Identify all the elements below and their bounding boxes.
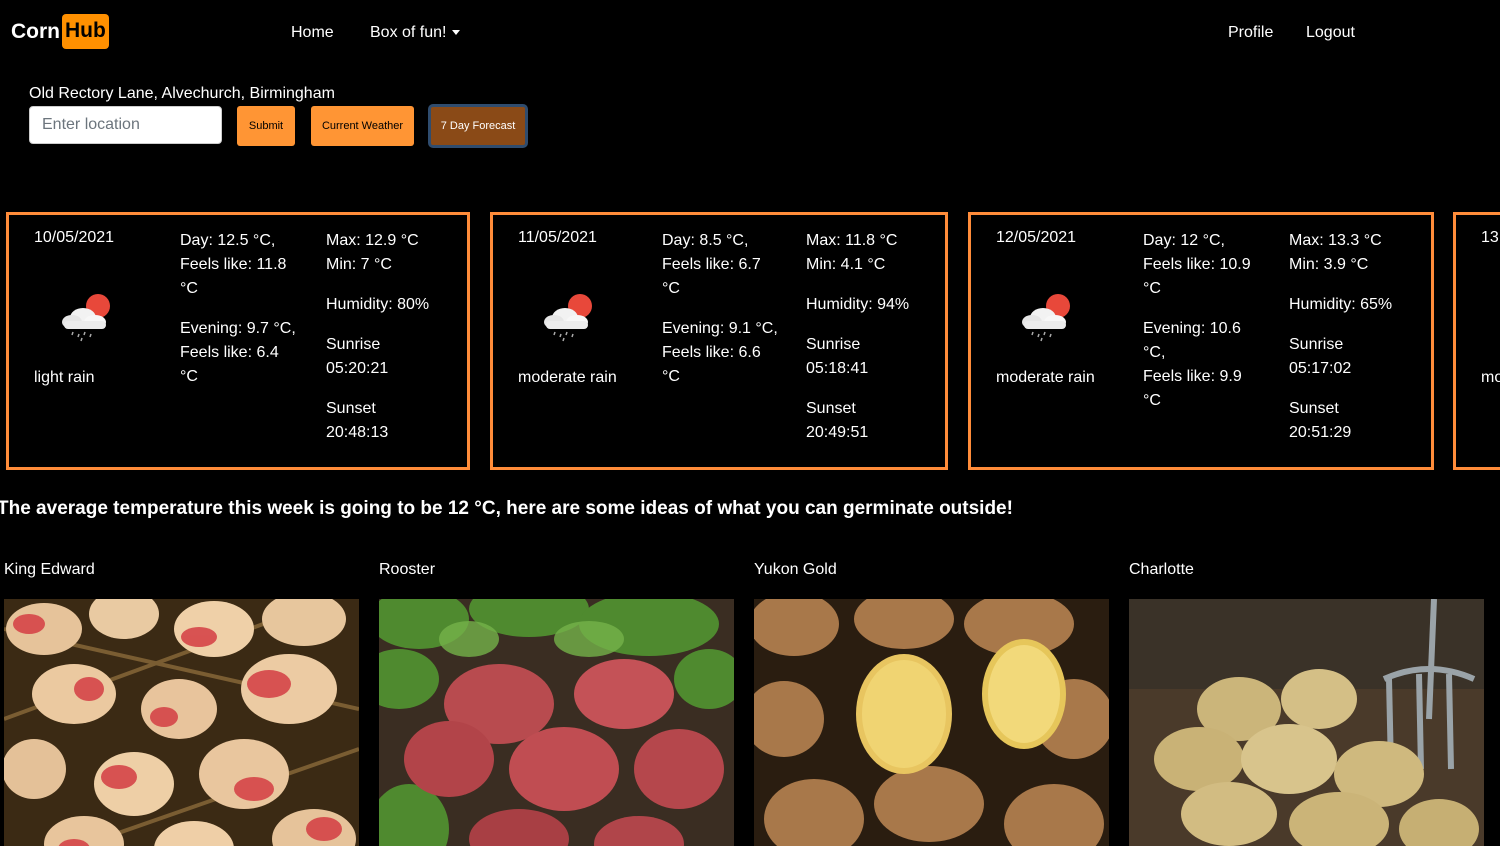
sunrise-label: Sunrise: [1289, 336, 1344, 353]
nav-box-of-fun-dropdown[interactable]: Box of fun!: [370, 24, 460, 42]
potato-name: Charlotte: [1129, 561, 1194, 578]
sunrise-time: 05:17:02: [1289, 360, 1352, 377]
forecast-date: 13,: [1481, 229, 1500, 246]
min-max: Max: 13.3 °C Min: 3.9 °C: [1289, 229, 1382, 277]
current-weather-button[interactable]: Current Weather: [311, 106, 414, 146]
rain-cloud-sun-icon: [62, 294, 110, 342]
evening-feels-text: Feels like: 9.9: [1143, 368, 1242, 385]
rain-cloud-sun-icon: [1022, 294, 1070, 342]
day-feels-unit: °C: [662, 280, 680, 297]
potato-image-king-edward: [4, 599, 359, 846]
sunset-label: Sunset: [1289, 400, 1339, 417]
sunset: Sunset 20:51:29: [1289, 397, 1351, 445]
forecast-date: 11/05/2021: [518, 229, 597, 246]
sunrise-time: 05:20:21: [326, 360, 389, 377]
potato-name: Rooster: [379, 561, 436, 578]
min-temp: Min: 3.9 °C: [1289, 256, 1369, 273]
evening-feels-unit: °C: [180, 368, 198, 385]
potato-image-yukon-gold: [754, 599, 1109, 846]
potato-image-charlotte: [1129, 599, 1484, 846]
forecast-description: light rain: [34, 369, 95, 386]
page: Corn Hub Home Box of fun! Profile Logout…: [0, 0, 1500, 846]
rain-cloud-sun-icon: [544, 294, 592, 342]
average-temperature-text: The average temperature this week is goi…: [0, 498, 1013, 519]
max-temp: Max: 12.9 °C: [326, 232, 419, 249]
day-temperature: Day: 12.5 °C, Feels like: 11.8 °C: [180, 229, 286, 301]
day-feels-text: Feels like: 6.7: [662, 256, 761, 273]
forecast-date: 12/05/2021: [996, 229, 1077, 246]
sunrise: Sunrise 05:20:21: [326, 333, 388, 381]
nav-profile-link[interactable]: Profile: [1228, 24, 1273, 42]
forecast-card: 11/05/2021 moderate rain Day: 8.5 °C, Fe…: [490, 212, 948, 470]
brand-text-corn: Corn: [11, 19, 60, 43]
sunset-label: Sunset: [326, 400, 376, 417]
day-feels-unit: °C: [180, 280, 198, 297]
day-temp-text: Day: 12 °C,: [1143, 232, 1225, 249]
sunset: Sunset 20:48:13: [326, 397, 388, 445]
day-temperature: Day: 12 °C, Feels like: 10.9 °C: [1143, 229, 1251, 301]
day-feels-unit: °C: [1143, 280, 1161, 297]
evening-feels-unit: °C: [1143, 392, 1161, 409]
nav-home-link[interactable]: Home: [291, 24, 334, 42]
evening-temperature: Evening: 10.6 °C, Feels like: 9.9 °C: [1143, 317, 1242, 413]
max-temp: Max: 11.8 °C: [806, 232, 898, 249]
min-max: Max: 12.9 °C Min: 7 °C: [326, 229, 419, 277]
nav-box-of-fun-label: Box of fun!: [370, 24, 447, 41]
location-input[interactable]: [29, 106, 222, 144]
forecast-date: 10/05/2021: [34, 229, 115, 246]
day-feels-text: Feels like: 11.8: [180, 256, 287, 273]
location-label: Old Rectory Lane, Alvechurch, Birmingham: [29, 85, 335, 102]
caret-down-icon: [451, 30, 460, 36]
min-temp: Min: 7 °C: [326, 256, 392, 273]
seven-day-forecast-button[interactable]: 7 Day Forecast: [428, 104, 528, 148]
sunset: Sunset 20:49:51: [806, 397, 868, 445]
evening-temp-unit: °C,: [1143, 344, 1166, 361]
evening-feels-text: Feels like: 6.4: [180, 344, 279, 361]
potato-name: King Edward: [4, 561, 95, 578]
humidity: Humidity: 65%: [1289, 296, 1393, 313]
forecast-card: 13, mo: [1453, 212, 1500, 470]
sunrise: Sunrise 05:17:02: [1289, 333, 1351, 381]
sunset-time: 20:48:13: [326, 424, 389, 441]
forecast-card: 10/05/2021 light rain Day: 12.5 °C, Feel…: [6, 212, 470, 470]
forecast-description: mo: [1481, 369, 1500, 386]
min-max: Max: 11.8 °C Min: 4.1 °C: [806, 229, 897, 277]
navbar: Corn Hub Home Box of fun! Profile Logout: [0, 0, 1500, 68]
day-temp-text: Day: 12.5 °C,: [180, 232, 276, 249]
brand-logo[interactable]: Corn Hub: [11, 14, 109, 49]
day-temperature: Day: 8.5 °C, Feels like: 6.7 °C: [662, 229, 761, 301]
humidity: Humidity: 80%: [326, 296, 430, 313]
sunset-time: 20:49:51: [806, 424, 869, 441]
day-feels-text: Feels like: 10.9: [1143, 256, 1251, 273]
forecast-description: moderate rain: [996, 369, 1095, 386]
max-temp: Max: 13.3 °C: [1289, 232, 1382, 249]
sunrise: Sunrise 05:18:41: [806, 333, 868, 381]
evening-temperature: Evening: 9.7 °C, Feels like: 6.4 °C: [180, 317, 296, 389]
brand-text-hub: Hub: [62, 14, 109, 49]
evening-temp-text: Evening: 10.6: [1143, 320, 1241, 337]
evening-feels-text: Feels like: 6.6: [662, 344, 761, 361]
sunrise-label: Sunrise: [326, 336, 381, 353]
day-temp-text: Day: 8.5 °C,: [662, 232, 749, 249]
humidity: Humidity: 94%: [806, 296, 910, 313]
evening-temp-text: Evening: 9.7 °C,: [180, 320, 296, 337]
evening-temp-text: Evening: 9.1 °C,: [662, 320, 778, 337]
sunset-label: Sunset: [806, 400, 856, 417]
sunrise-time: 05:18:41: [806, 360, 869, 377]
forecast-card: 12/05/2021 moderate rain Day: 12 °C, Fee…: [968, 212, 1434, 470]
min-temp: Min: 4.1 °C: [806, 256, 886, 273]
potato-name: Yukon Gold: [754, 561, 837, 578]
potato-image-rooster: [379, 599, 734, 846]
evening-feels-unit: °C: [662, 368, 680, 385]
evening-temperature: Evening: 9.1 °C, Feels like: 6.6 °C: [662, 317, 778, 389]
submit-button[interactable]: Submit: [237, 106, 295, 146]
forecast-description: moderate rain: [518, 369, 617, 386]
sunset-time: 20:51:29: [1289, 424, 1352, 441]
nav-logout-link[interactable]: Logout: [1306, 24, 1355, 42]
sunrise-label: Sunrise: [806, 336, 861, 353]
